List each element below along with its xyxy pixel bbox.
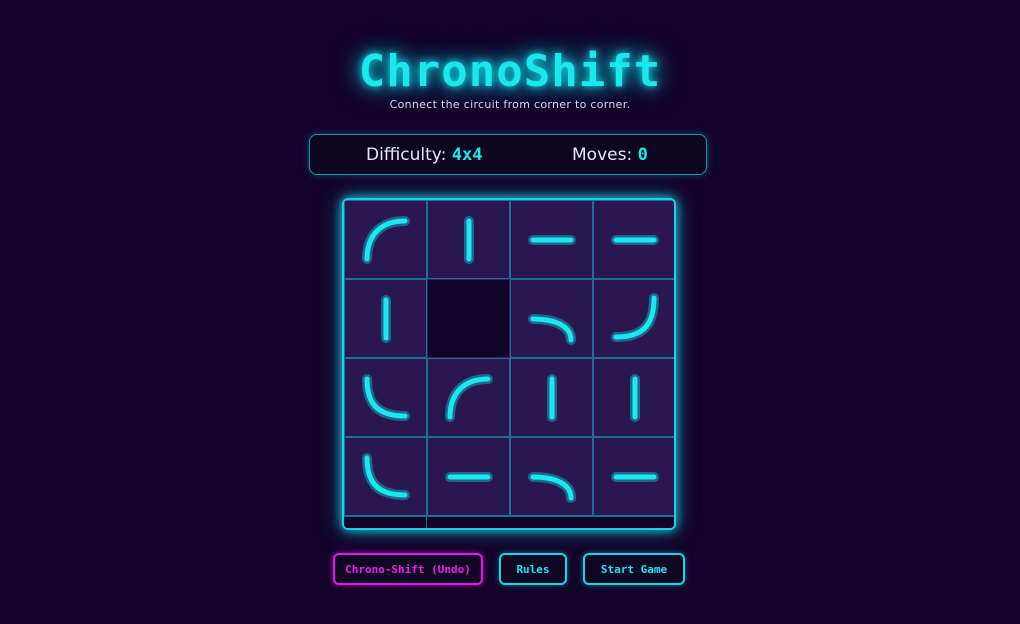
- pipe-straight-horizontal-icon: [445, 472, 493, 482]
- circuit-tile[interactable]: [593, 279, 674, 358]
- board-footer-strip: [344, 516, 674, 528]
- circuit-tile[interactable]: [510, 437, 593, 516]
- circuit-tile[interactable]: [427, 358, 510, 437]
- circuit-tile[interactable]: [510, 279, 593, 358]
- pipe-straight-vertical-icon: [630, 374, 640, 422]
- pipe-straight-horizontal-icon: [528, 235, 576, 245]
- pipe-straight-horizontal-icon: [611, 472, 659, 482]
- circuit-tile[interactable]: [427, 200, 510, 279]
- pipe-curve-up-right-icon: [362, 453, 410, 500]
- game-title: ChronoShift: [358, 46, 662, 97]
- pipe-straight-vertical-icon: [381, 295, 391, 343]
- difficulty-value: 4x4: [451, 145, 483, 165]
- circuit-tile[interactable]: [593, 437, 674, 516]
- pipe-curve-down-right-icon: [362, 216, 410, 264]
- circuit-tile[interactable]: [344, 200, 427, 279]
- circuit-tile[interactable]: [510, 358, 593, 437]
- pipe-curve-left-down-icon: [528, 314, 576, 345]
- pipe-straight-vertical-icon: [547, 374, 557, 422]
- undo-button[interactable]: Chrono-Shift (Undo): [333, 553, 483, 585]
- circuit-tile[interactable]: [344, 358, 427, 437]
- circuit-tile[interactable]: [344, 279, 427, 358]
- circuit-tile[interactable]: [510, 200, 593, 279]
- difficulty-stat: Difficulty: 4x4: [366, 145, 482, 165]
- circuit-tile[interactable]: [344, 437, 427, 516]
- status-panel: Difficulty: 4x4 Moves: 0: [309, 134, 707, 175]
- start-game-button[interactable]: Start Game: [583, 553, 685, 585]
- moves-stat: Moves: 0: [572, 145, 648, 165]
- pipe-curve-up-right-icon: [362, 374, 410, 421]
- moves-value: 0: [637, 145, 648, 165]
- pipe-curve-left-down-icon: [528, 472, 576, 503]
- circuit-tile[interactable]: [427, 437, 510, 516]
- pipe-straight-vertical-icon: [464, 216, 474, 264]
- moves-label: Moves:: [572, 145, 633, 165]
- pipe-curve-up-left-icon: [611, 293, 659, 342]
- empty-tile[interactable]: [427, 279, 510, 358]
- circuit-tile[interactable]: [593, 200, 674, 279]
- board-footer-cell: [344, 517, 427, 528]
- game-subtitle: Connect the circuit from corner to corne…: [389, 98, 631, 111]
- difficulty-label: Difficulty:: [366, 145, 447, 165]
- game-board: [342, 198, 676, 530]
- circuit-tile[interactable]: [593, 358, 674, 437]
- pipe-straight-horizontal-icon: [611, 235, 659, 245]
- rules-button[interactable]: Rules: [499, 553, 567, 585]
- pipe-curve-down-right-icon: [445, 374, 493, 422]
